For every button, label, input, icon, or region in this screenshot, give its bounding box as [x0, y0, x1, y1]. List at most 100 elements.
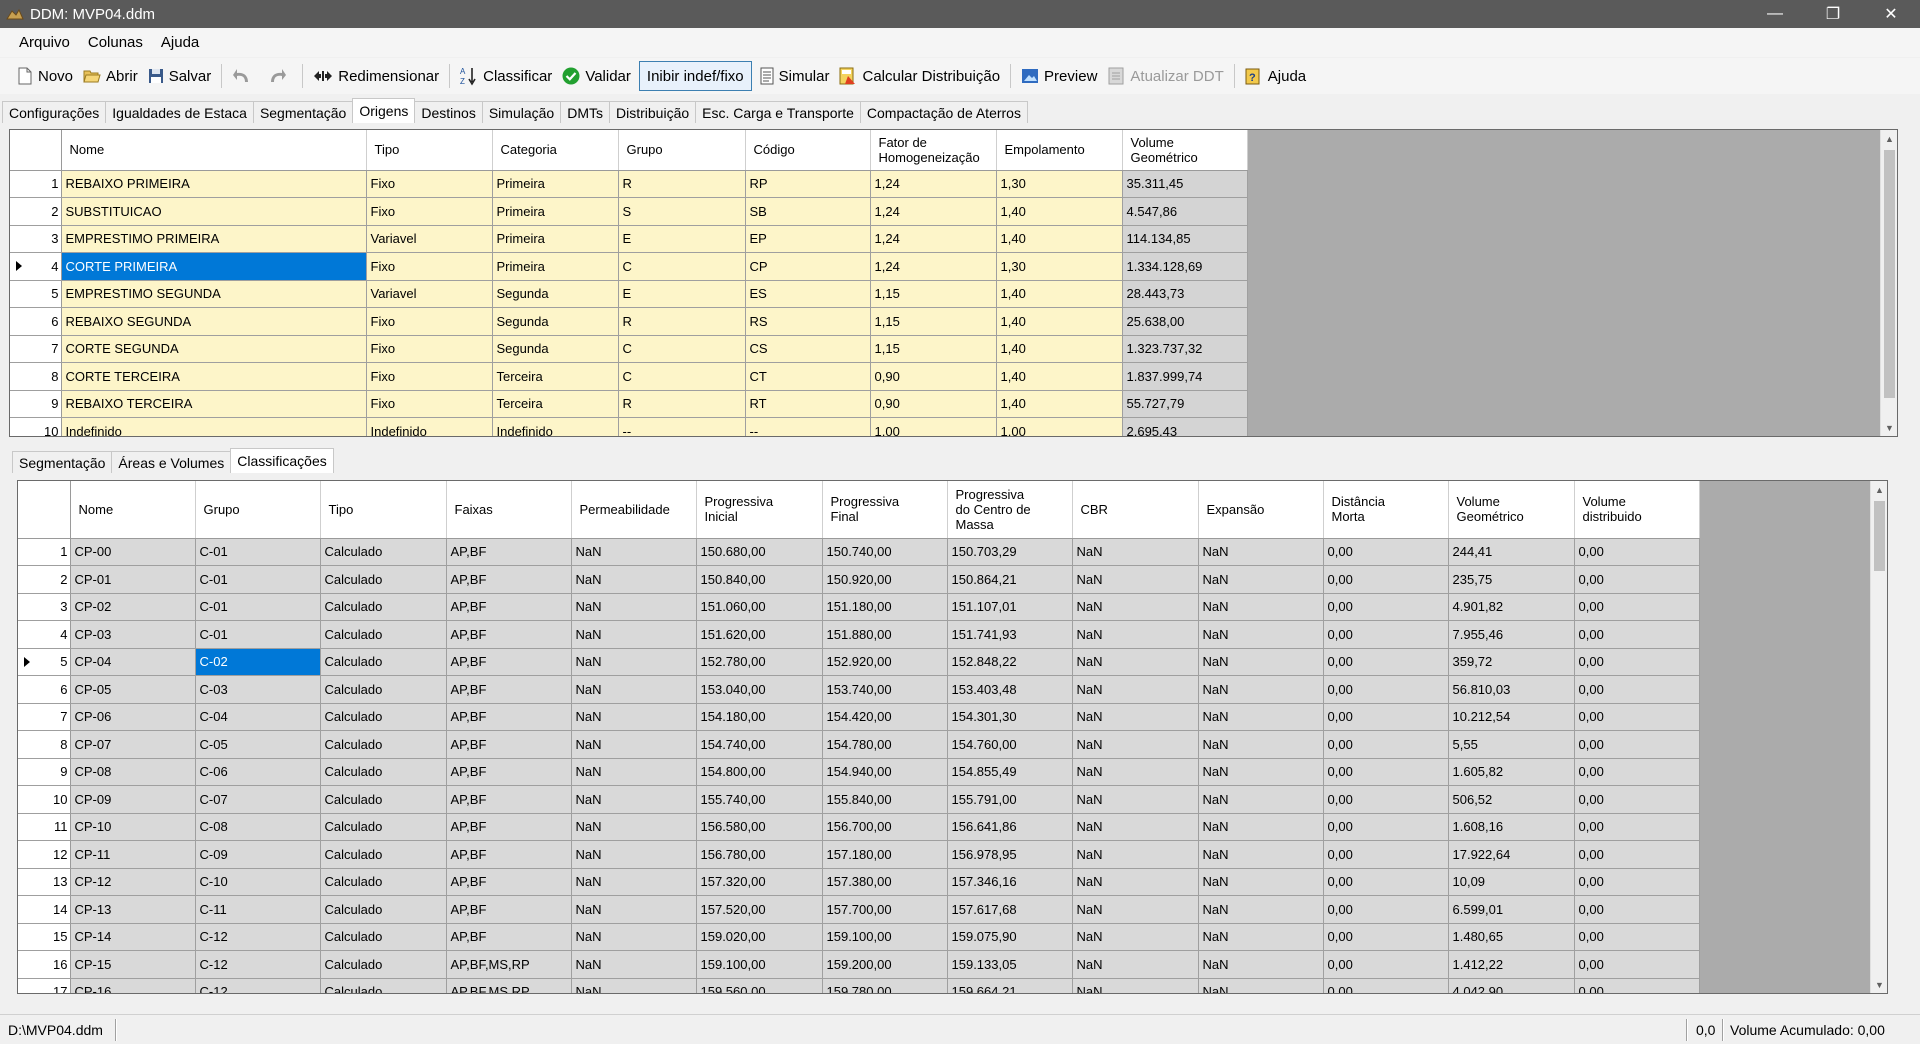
grid-cell[interactable]: 0,00 — [1574, 648, 1700, 676]
grid-cell[interactable]: NaN — [571, 703, 697, 731]
grid-cell[interactable]: NaN — [571, 923, 697, 951]
grid-cell[interactable]: Primeira — [492, 197, 619, 226]
redo-button[interactable] — [262, 61, 297, 91]
grid-cell[interactable]: NaN — [571, 538, 697, 566]
grid-cell[interactable]: 1.334.128,69 — [1122, 252, 1248, 281]
grid-cell[interactable]: NaN — [1198, 620, 1324, 649]
grid-cell[interactable]: CP-14 — [70, 923, 196, 951]
grid-cell[interactable]: C-01 — [195, 593, 321, 621]
grid-cell[interactable]: 2.695,43 — [1122, 417, 1248, 436]
grid-cell[interactable]: NaN — [1198, 648, 1324, 676]
grid-cell[interactable]: 4.901,82 — [1448, 593, 1575, 621]
grid-cell[interactable]: NaN — [571, 730, 697, 759]
close-button[interactable]: ✕ — [1862, 0, 1920, 28]
row-header[interactable]: 17 — [18, 978, 71, 993]
grid-cell[interactable]: 1.608,16 — [1448, 813, 1575, 841]
grid-cell[interactable]: C-12 — [195, 950, 321, 979]
menu-arquivo[interactable]: Arquivo — [10, 34, 79, 51]
grid-cell[interactable]: CP-13 — [70, 895, 196, 924]
grid-cell[interactable]: R — [618, 307, 746, 336]
table-row[interactable]: 11 CP-10 C-08 Calculado AP,BF NaN 156.580,00 15… — [18, 813, 1700, 841]
grid-cell[interactable]: CP-16 — [70, 978, 196, 993]
grid-cell[interactable]: NaN — [571, 758, 697, 786]
grid-cell[interactable]: 152.848,22 — [947, 648, 1073, 676]
grid-cell[interactable]: 153.403,48 — [947, 675, 1073, 704]
grid-cell[interactable]: Variavel — [366, 280, 493, 308]
table-row[interactable]: 9 REBAIXO TERCEIRA Fixo Terceira R RT 0,90 1,40… — [10, 390, 1248, 418]
grid-cell[interactable]: 1.323.737,32 — [1122, 335, 1248, 363]
grid-cell[interactable]: REBAIXO PRIMEIRA — [61, 170, 367, 198]
grid-cell[interactable]: 17.922,64 — [1448, 840, 1575, 869]
grid-cell[interactable]: AP,BF — [446, 923, 572, 951]
tab-simulacao[interactable]: Simulação — [481, 101, 562, 123]
grid-cell[interactable]: Segunda — [492, 280, 619, 308]
grid-cell[interactable]: Calculado — [320, 923, 447, 951]
row-header[interactable]: 6 — [18, 675, 71, 704]
simular-button[interactable]: Simular — [755, 61, 835, 91]
row-header[interactable]: 8 — [10, 362, 62, 391]
table-row[interactable]: 15 CP-14 C-12 Calculado AP,BF NaN 159.020,00 15… — [18, 923, 1700, 951]
grid-cell[interactable]: 56.810,03 — [1448, 675, 1575, 704]
grid-cell[interactable]: 0,00 — [1574, 593, 1700, 621]
table-row[interactable]: 5 CP-04 C-02 Calculado AP,BF NaN 152.780,00 152… — [18, 648, 1700, 676]
column-header[interactable]: Volume Geométrico — [1122, 130, 1248, 171]
grid-cell[interactable]: 0,00 — [1574, 565, 1700, 594]
grid-cell[interactable]: 0,00 — [1323, 648, 1449, 676]
grid-cell[interactable]: CP-11 — [70, 840, 196, 869]
grid-cell[interactable]: Calculado — [320, 538, 447, 566]
grid-cell[interactable]: C-01 — [195, 565, 321, 594]
row-header[interactable]: 2 — [10, 197, 62, 226]
grid-cell[interactable]: Fixo — [366, 362, 493, 391]
grid-cell[interactable]: NaN — [1072, 868, 1199, 896]
grid-cell[interactable]: 0,00 — [1323, 813, 1449, 841]
preview-button[interactable]: Preview — [1016, 61, 1102, 91]
grid-cell[interactable]: 0,00 — [1323, 703, 1449, 731]
grid-cell[interactable]: Primeira — [492, 170, 619, 198]
grid-cell[interactable]: 1,40 — [996, 280, 1123, 308]
grid-cell[interactable]: NaN — [1198, 950, 1324, 979]
grid-cell[interactable]: 157.700,00 — [822, 895, 948, 924]
grid-cell[interactable]: 156.641,86 — [947, 813, 1073, 841]
column-header[interactable]: Categoria — [492, 130, 619, 171]
table-row[interactable]: 4 CORTE PRIMEIRA Fixo Primeira C CP 1,24 1,30 1.… — [10, 252, 1248, 281]
grid-cell[interactable]: 0,00 — [1574, 620, 1700, 649]
scroll-down-icon[interactable]: ▼ — [1881, 419, 1897, 436]
grid-cell[interactable]: 0,00 — [1323, 923, 1449, 951]
column-header[interactable]: Progressiva do Centro de Massa — [947, 481, 1073, 539]
origens-grid[interactable]: Nome Tipo Categoria Grupo Código Fator de Hom… — [9, 129, 1898, 437]
grid-cell[interactable]: -- — [618, 417, 746, 436]
grid-cell[interactable]: NaN — [571, 895, 697, 924]
grid-cell[interactable]: Indefinido — [492, 417, 619, 436]
grid-cell[interactable]: Variavel — [366, 225, 493, 253]
grid-cell[interactable]: AP,BF — [446, 730, 572, 759]
row-header[interactable]: 5 — [18, 648, 71, 676]
grid-cell[interactable]: 1,30 — [996, 170, 1123, 198]
grid-cell[interactable]: AP,BF — [446, 675, 572, 704]
tab-configuracoes[interactable]: Configurações — [2, 101, 107, 123]
grid-cell[interactable]: Fixo — [366, 307, 493, 336]
grid-cell[interactable]: Calculado — [320, 868, 447, 896]
grid-cell[interactable]: 151.180,00 — [822, 593, 948, 621]
grid-cell[interactable]: NaN — [1072, 840, 1199, 869]
column-header[interactable]: Tipo — [320, 481, 447, 539]
row-header[interactable]: 13 — [18, 868, 71, 896]
grid-cell[interactable]: AP,BF — [446, 648, 572, 676]
grid-cell[interactable]: C-04 — [195, 703, 321, 731]
atualizar-ddt-button[interactable]: Atualizar DDT — [1102, 61, 1228, 91]
grid-cell[interactable]: AP,BF — [446, 593, 572, 621]
grid-cell[interactable]: 1.605,82 — [1448, 758, 1575, 786]
grid-cell[interactable]: 157.380,00 — [822, 868, 948, 896]
grid-cell[interactable]: NaN — [1198, 978, 1324, 993]
grid-cell[interactable]: 1,15 — [870, 280, 997, 308]
grid-cell[interactable]: 159.100,00 — [822, 923, 948, 951]
grid-cell[interactable]: NaN — [1072, 648, 1199, 676]
grid-cell[interactable]: NaN — [1198, 593, 1324, 621]
row-header[interactable]: 1 — [10, 170, 62, 198]
grid-cell[interactable]: 1,40 — [996, 362, 1123, 391]
grid-cell[interactable]: 1.480,65 — [1448, 923, 1575, 951]
grid-cell[interactable]: 0,00 — [1323, 978, 1449, 993]
grid-cell[interactable]: RS — [745, 307, 871, 336]
grid-cell[interactable]: NaN — [571, 648, 697, 676]
table-row[interactable]: 17 CP-16 C-12 Calculado AP,BF,MS,RP NaN 159.56… — [18, 978, 1700, 993]
grid-cell[interactable]: 0,00 — [1323, 675, 1449, 704]
